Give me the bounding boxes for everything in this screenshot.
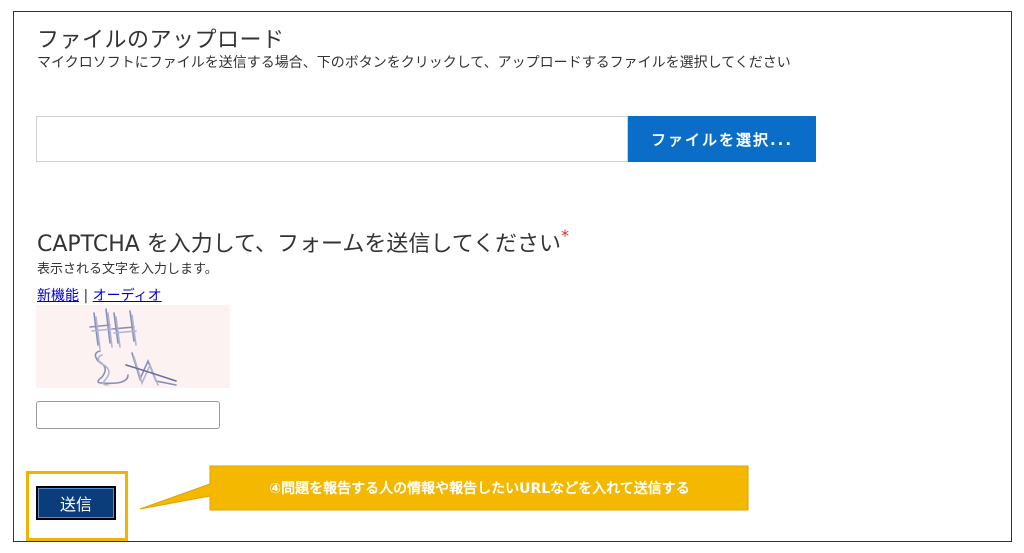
- required-marker: *: [561, 226, 570, 245]
- captcha-input[interactable]: [36, 401, 220, 429]
- upload-title: ファイルのアップロード: [37, 28, 285, 53]
- callout-text: ④問題を報告する人の情報や報告したいURLなどを入れて送信する: [269, 481, 690, 497]
- submit-button[interactable]: 送信: [36, 486, 116, 520]
- captcha-new-link[interactable]: 新機能: [37, 288, 79, 304]
- captcha-audio-link[interactable]: オーディオ: [93, 288, 162, 304]
- captcha-description: 表示される文字を入力します。: [37, 262, 218, 277]
- captcha-links: 新機能 | オーディオ: [37, 285, 162, 305]
- captcha-title: CAPTCHA を入力して、フォームを送信してください*: [37, 226, 569, 258]
- file-path-field[interactable]: [36, 116, 628, 162]
- captcha-glyphs: [89, 308, 177, 386]
- upload-description: マイクロソフトにファイルを送信する場合、下のボタンをクリックして、アップロードす…: [37, 55, 791, 71]
- captcha-link-separator: |: [83, 288, 89, 304]
- captcha-image: [36, 305, 230, 388]
- choose-file-button[interactable]: ファイルを選択...: [628, 116, 816, 162]
- captcha-title-text: CAPTCHA を入力して、フォームを送信してください: [37, 232, 562, 257]
